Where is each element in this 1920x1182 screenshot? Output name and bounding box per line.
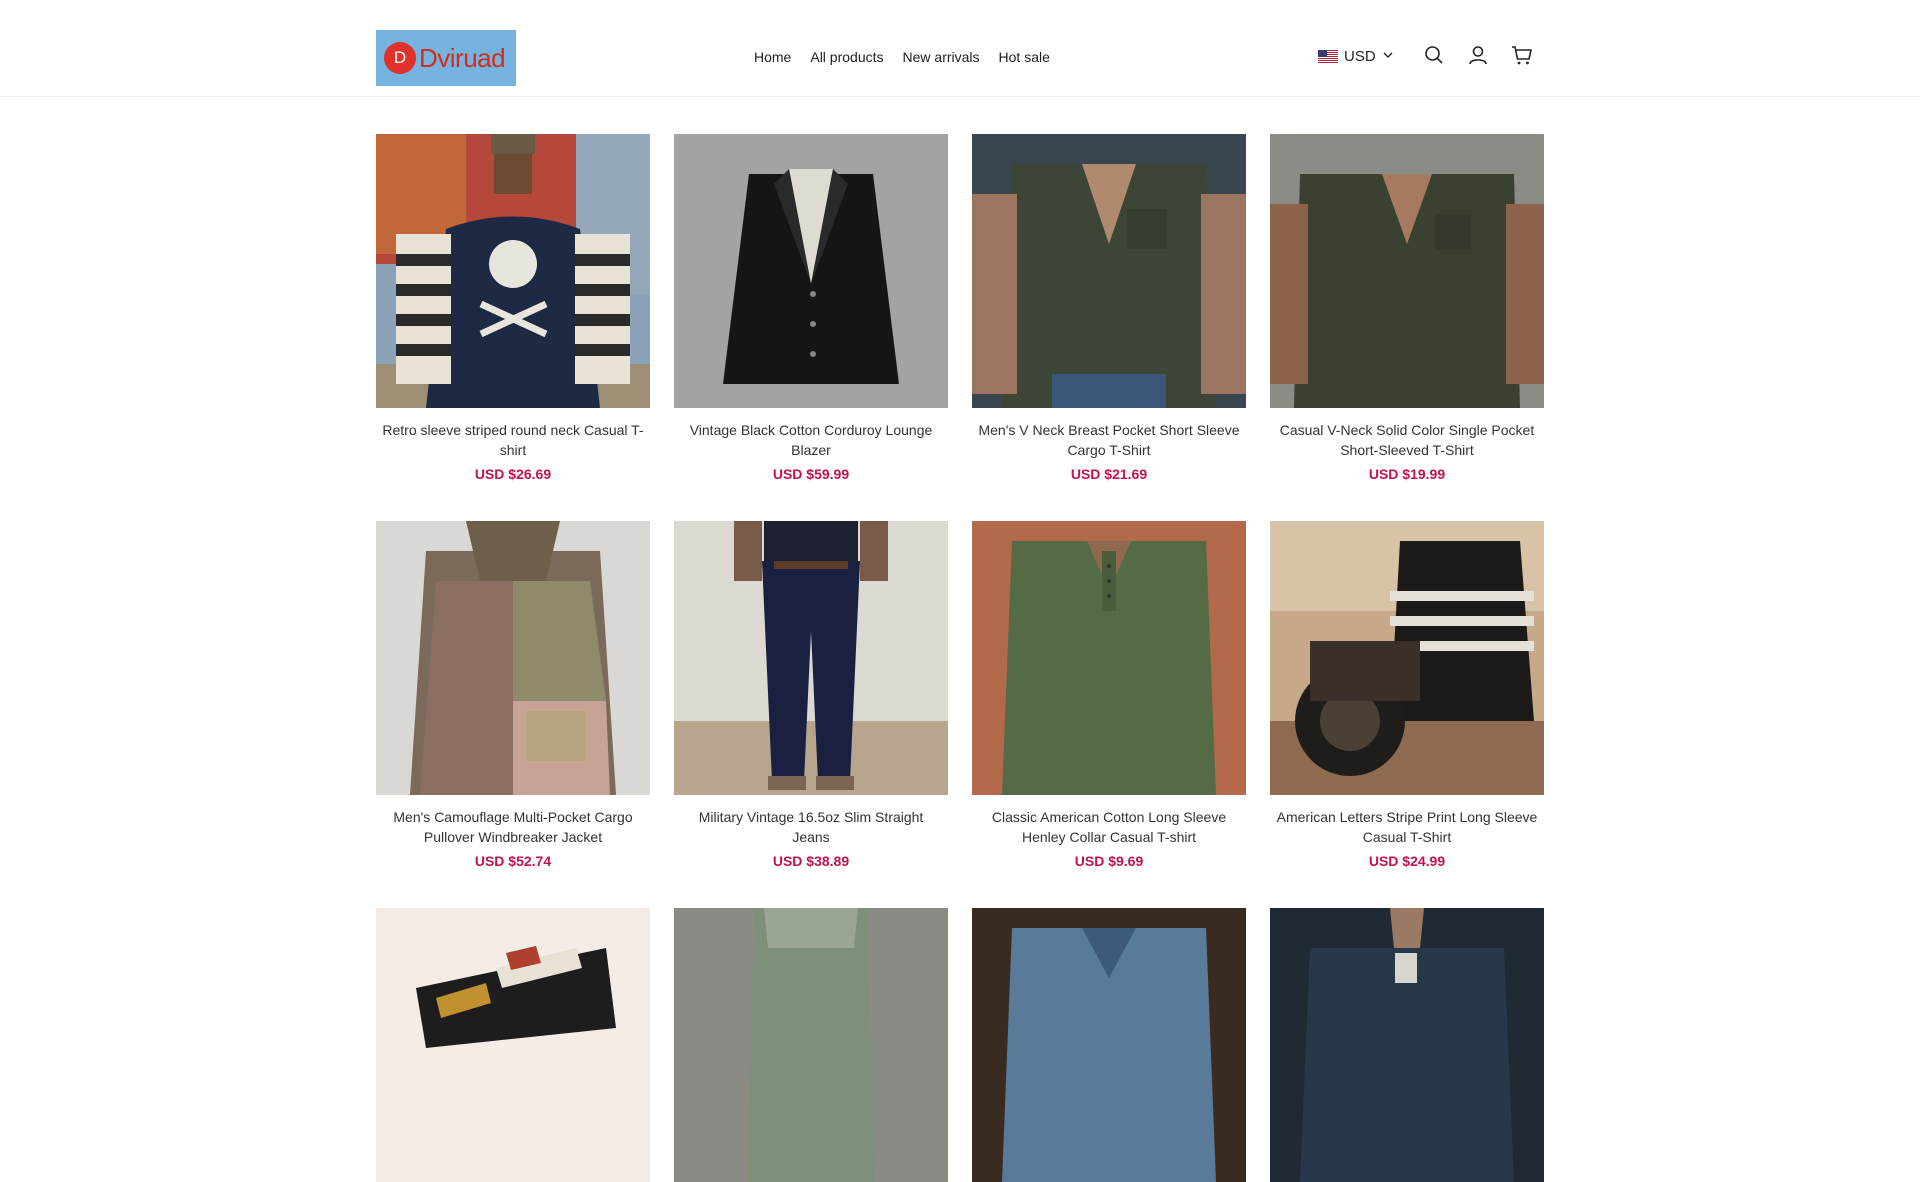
product-title[interactable]: Casual V-Neck Solid Color Single Pocket …: [1270, 420, 1544, 460]
product-image[interactable]: [674, 908, 948, 1182]
nav-new-arrivals[interactable]: New arrivals: [903, 49, 980, 65]
product-price: USD $26.69: [474, 466, 552, 482]
product-card[interactable]: Military Vintage 16.5oz Slim Straight Je…: [674, 521, 948, 869]
product-price: USD $38.89: [772, 853, 850, 869]
cart-icon[interactable]: [1511, 44, 1533, 66]
us-flag-icon: [1318, 50, 1338, 63]
product-card[interactable]: Vintage Black Cotton Corduroy Lounge Bla…: [674, 134, 948, 482]
product-price: USD $19.99: [1368, 466, 1446, 482]
product-title[interactable]: Retro sleeve striped round neck Casual T…: [376, 420, 650, 460]
chevron-down-icon: [1382, 48, 1394, 65]
product-image[interactable]: [376, 908, 650, 1182]
product-image[interactable]: [972, 134, 1246, 408]
logo[interactable]: D Dviruad: [376, 30, 516, 86]
product-card[interactable]: Men's Camouflage Multi-Pocket Cargo Pull…: [376, 521, 650, 869]
product-card[interactable]: Retro sleeve striped round neck Casual T…: [376, 134, 650, 482]
product-title[interactable]: American Letters Stripe Print Long Sleev…: [1270, 807, 1544, 847]
product-image[interactable]: [376, 134, 650, 408]
product-image[interactable]: [674, 521, 948, 795]
logo-mark: D: [384, 42, 416, 74]
product-price: USD $59.99: [772, 466, 850, 482]
product-image[interactable]: [972, 521, 1246, 795]
product-card[interactable]: [674, 908, 948, 1182]
product-price: USD $9.69: [1074, 853, 1144, 869]
site-header: D Dviruad Home All products New arrivals…: [0, 0, 1920, 97]
product-image[interactable]: [376, 521, 650, 795]
product-card[interactable]: [972, 908, 1246, 1182]
product-price: USD $24.99: [1368, 853, 1446, 869]
currency-selector[interactable]: USD: [1318, 48, 1394, 65]
product-title[interactable]: Vintage Black Cotton Corduroy Lounge Bla…: [674, 420, 948, 460]
product-price: USD $52.74: [474, 853, 552, 869]
product-title[interactable]: Military Vintage 16.5oz Slim Straight Je…: [674, 807, 948, 847]
product-price: USD $21.69: [1070, 466, 1148, 482]
product-image[interactable]: [674, 134, 948, 408]
logo-text: Dviruad: [419, 42, 506, 73]
search-icon[interactable]: [1423, 44, 1445, 66]
product-card[interactable]: American Letters Stripe Print Long Sleev…: [1270, 521, 1544, 869]
product-card[interactable]: Men's V Neck Breast Pocket Short Sleeve …: [972, 134, 1246, 482]
product-title[interactable]: Classic American Cotton Long Sleeve Henl…: [972, 807, 1246, 847]
product-image[interactable]: [972, 908, 1246, 1182]
currency-label: USD: [1344, 48, 1376, 65]
product-title[interactable]: Men's V Neck Breast Pocket Short Sleeve …: [972, 420, 1246, 460]
product-image[interactable]: [1270, 521, 1544, 795]
product-card[interactable]: Casual V-Neck Solid Color Single Pocket …: [1270, 134, 1544, 482]
product-title[interactable]: Men's Camouflage Multi-Pocket Cargo Pull…: [376, 807, 650, 847]
product-image[interactable]: [1270, 908, 1544, 1182]
nav-all-products[interactable]: All products: [810, 49, 883, 65]
nav-hot-sale[interactable]: Hot sale: [999, 49, 1050, 65]
main-nav: Home All products New arrivals Hot sale: [754, 49, 1050, 65]
nav-home[interactable]: Home: [754, 49, 791, 65]
user-icon[interactable]: [1467, 44, 1489, 66]
product-card[interactable]: Classic American Cotton Long Sleeve Henl…: [972, 521, 1246, 869]
product-card[interactable]: [1270, 908, 1544, 1182]
product-image[interactable]: [1270, 134, 1544, 408]
product-card[interactable]: [376, 908, 650, 1182]
